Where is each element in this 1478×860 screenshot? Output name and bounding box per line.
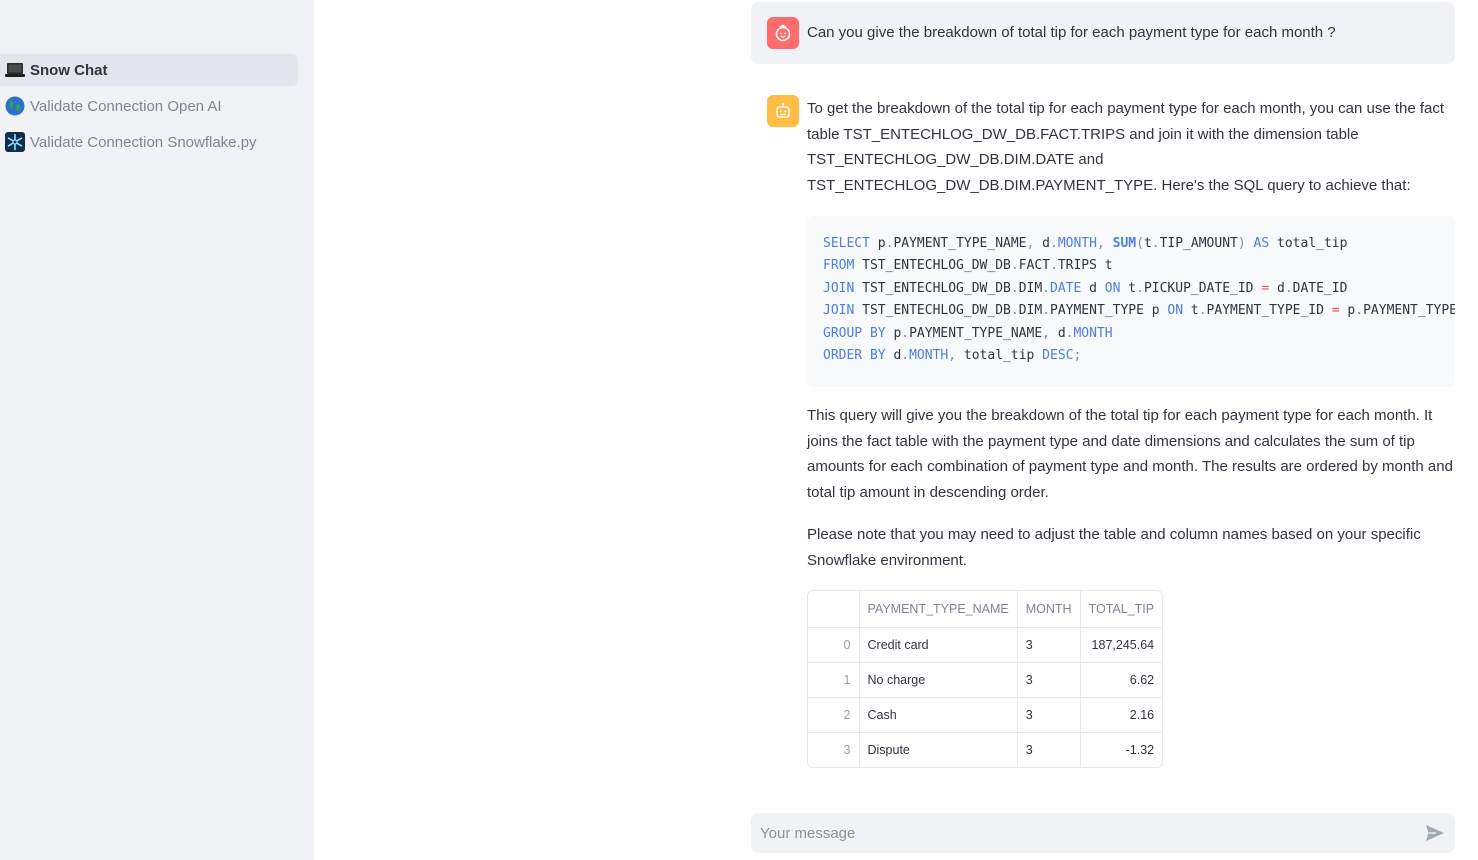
assistant-message: To get the breakdown of the total tip fo… xyxy=(807,96,1455,214)
result-table[interactable]: PAYMENT_TYPE_NAME MONTH TOTAL_TIP 0 Cred… xyxy=(807,590,1164,768)
cell-payment-type-name[interactable]: Dispute xyxy=(859,732,1018,767)
sidebar-item-label: Validate Connection Open AI xyxy=(30,97,222,115)
table-row: 3 Dispute 3 -1.32 xyxy=(808,732,1162,767)
sql-code-block: SELECT p.PAYMENT_TYPE_NAME, d.MONTH, SUM… xyxy=(807,216,1455,387)
assistant-avatar xyxy=(767,95,799,127)
globe-icon xyxy=(4,95,26,117)
table-row: 0 Credit card 3 187,245.64 xyxy=(808,627,1163,663)
cell-month[interactable]: 3 xyxy=(1017,732,1081,767)
user-message: Can you give the breakdown of total tip … xyxy=(751,2,1455,64)
column-header-index xyxy=(808,591,860,628)
table-row: 2 Cash 3 2.16 xyxy=(808,697,1163,733)
snowflake-icon xyxy=(4,131,26,153)
assistant-note: Please note that you may need to adjust … xyxy=(807,526,1421,569)
table-row: 1 No charge 3 6.62 xyxy=(808,662,1163,698)
cell-payment-type-name[interactable]: Cash xyxy=(859,697,1018,733)
sidebar-item-snow-chat[interactable]: Snow Chat xyxy=(0,54,298,86)
cell-month[interactable]: 3 xyxy=(1017,697,1081,733)
user-avatar xyxy=(767,17,799,49)
column-header-payment-type-name[interactable]: PAYMENT_TYPE_NAME xyxy=(859,591,1018,628)
assistant-intro: To get the breakdown of the total tip fo… xyxy=(807,100,1445,194)
row-index: 1 xyxy=(808,662,860,698)
row-index: 3 xyxy=(808,732,860,767)
chat-input[interactable] xyxy=(760,813,1400,853)
sql-code: SELECT p.PAYMENT_TYPE_NAME, d.MONTH, SUM… xyxy=(823,236,1455,364)
row-index: 0 xyxy=(808,627,860,663)
column-header-month[interactable]: MONTH xyxy=(1017,591,1081,628)
user-message-text: Can you give the breakdown of total tip … xyxy=(807,24,1336,41)
robot-icon xyxy=(776,103,790,118)
sidebar-item-validate-openai[interactable]: Validate Connection Open AI xyxy=(0,90,298,122)
cell-month[interactable]: 3 xyxy=(1017,662,1081,698)
cell-payment-type-name[interactable]: No charge xyxy=(859,662,1018,698)
cell-total-tip[interactable]: -1.32 xyxy=(1080,732,1162,767)
column-header-total-tip[interactable]: TOTAL_TIP xyxy=(1080,591,1163,628)
sidebar-item-label: Validate Connection Snowflake.py xyxy=(30,133,257,151)
chat-input-container xyxy=(751,813,1455,853)
send-icon[interactable] xyxy=(1425,824,1445,842)
cell-month[interactable]: 3 xyxy=(1017,627,1081,663)
sidebar-item-validate-snowflake[interactable]: Validate Connection Snowflake.py xyxy=(0,126,298,158)
cell-total-tip[interactable]: 187,245.64 xyxy=(1080,627,1163,663)
sidebar: Snow Chat Validate Connection Open AI Va… xyxy=(0,0,314,860)
sidebar-item-label: Snow Chat xyxy=(30,61,108,79)
user-face-icon xyxy=(775,24,791,42)
assistant-explanation: This query will give you the breakdown o… xyxy=(807,407,1453,501)
sidebar-nav: Snow Chat Validate Connection Open AI Va… xyxy=(0,54,298,162)
row-index: 2 xyxy=(808,697,860,733)
cell-payment-type-name[interactable]: Credit card xyxy=(859,627,1018,663)
table-header-row: PAYMENT_TYPE_NAME MONTH TOTAL_TIP xyxy=(808,591,1163,628)
laptop-icon xyxy=(4,59,26,81)
cell-total-tip[interactable]: 2.16 xyxy=(1080,697,1163,733)
cell-total-tip[interactable]: 6.62 xyxy=(1080,662,1163,698)
